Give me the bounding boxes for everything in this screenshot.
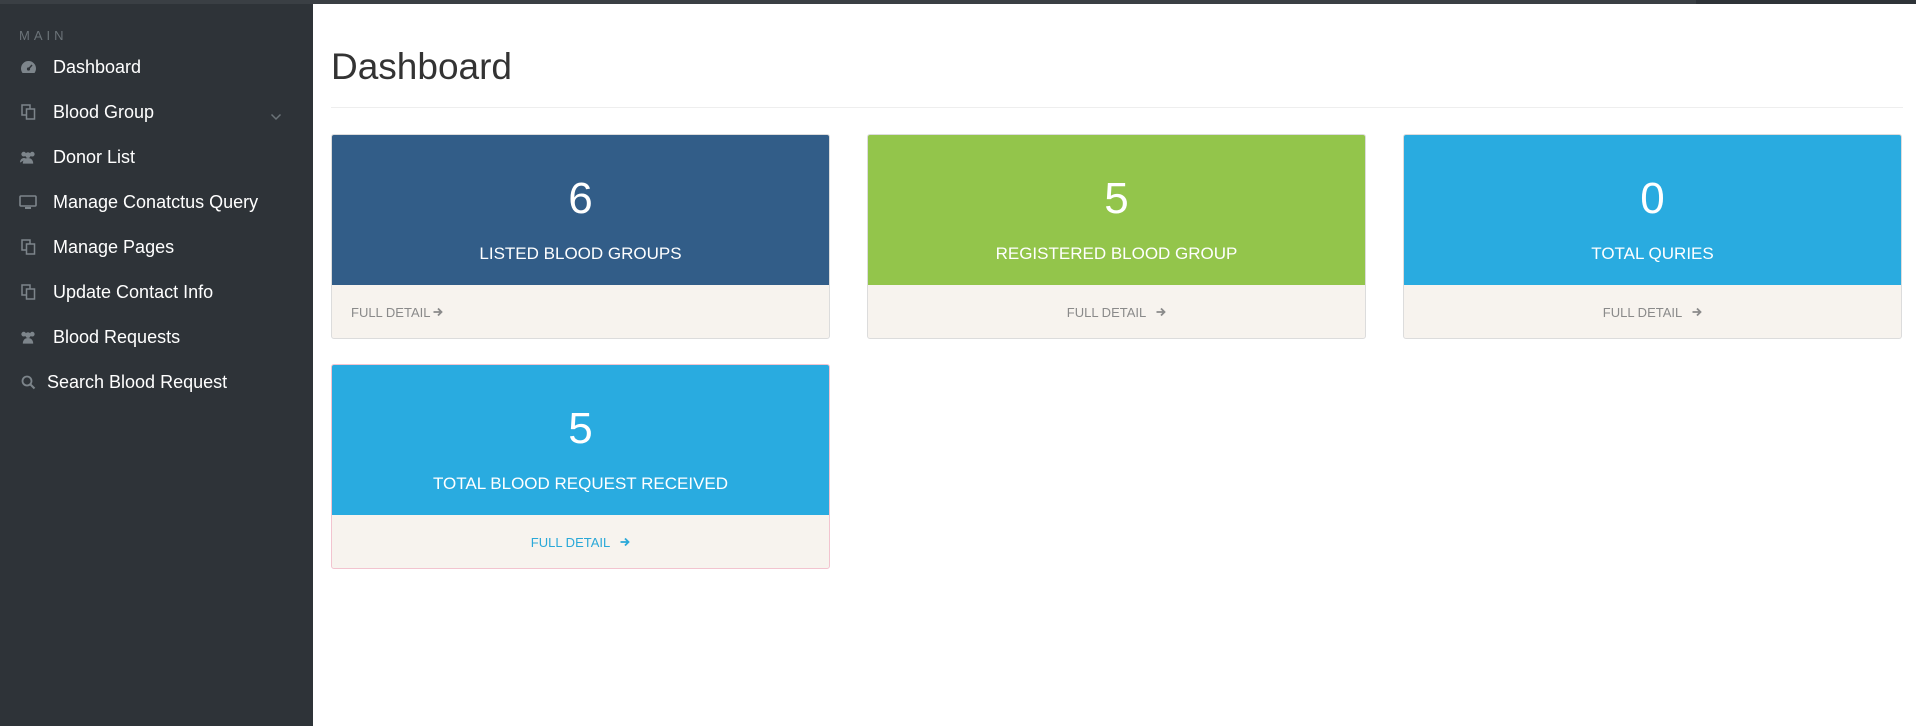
full-detail-label: FULL DETAIL (351, 304, 431, 320)
sidebar-item-blood-group[interactable]: Blood Group (0, 92, 313, 132)
card-panel: 6 LISTED BLOOD GROUPS (332, 135, 829, 285)
stat-card-total-blood-requests: 5 TOTAL BLOOD REQUEST RECEIVED FULL DETA… (331, 364, 830, 569)
main-content: Dashboard 6 LISTED BLOOD GROUPS FULL DET… (313, 4, 1916, 726)
sidebar-item-label: Dashboard (53, 56, 142, 77)
card-value: 0 (1640, 174, 1665, 223)
card-panel: 0 TOTAL QURIES (1404, 135, 1901, 285)
search-icon (19, 373, 37, 391)
title-divider (331, 107, 1903, 108)
sidebar-item-label: Manage Pages (53, 236, 175, 257)
sidebar-item-label: Donor List (53, 146, 136, 167)
card-value: 6 (568, 174, 593, 223)
users-icon (19, 148, 37, 166)
stat-card-total-queries: 0 TOTAL QURIES FULL DETAIL (1403, 134, 1902, 339)
card-label: LISTED BLOOD GROUPS (479, 244, 682, 263)
full-detail-label: FULL DETAIL (1066, 304, 1147, 320)
arrow-right-icon (433, 307, 444, 317)
full-detail-link[interactable]: FULL DETAIL (1404, 285, 1901, 338)
sidebar-heading: MAIN (19, 28, 68, 43)
sidebar-item-donor-list[interactable]: Donor List (0, 137, 313, 177)
users-icon (19, 328, 37, 346)
stat-card-registered-blood-group: 5 REGISTERED BLOOD GROUP FULL DETAIL (867, 134, 1366, 339)
sidebar-item-manage-pages[interactable]: Manage Pages (0, 227, 313, 267)
full-detail-label: FULL DETAIL (1602, 304, 1683, 320)
copy-icon (19, 103, 37, 121)
sidebar-item-label: Blood Group (53, 101, 155, 122)
sidebar-item-manage-contactus-query[interactable]: Manage Conatctus Query (0, 182, 313, 222)
arrow-right-icon (620, 537, 631, 547)
card-panel: 5 REGISTERED BLOOD GROUP (868, 135, 1365, 285)
full-detail-link[interactable]: FULL DETAIL (332, 515, 829, 568)
page-title: Dashboard (331, 46, 513, 87)
stat-card-listed-blood-groups: 6 LISTED BLOOD GROUPS FULL DETAIL (331, 134, 830, 339)
sidebar-item-label: Blood Requests (53, 326, 181, 347)
full-detail-link[interactable]: FULL DETAIL (332, 285, 829, 338)
sidebar-item-label: Manage Conatctus Query (53, 191, 259, 212)
arrow-right-icon (1156, 307, 1167, 317)
card-label: TOTAL QURIES (1591, 244, 1714, 263)
sidebar: MAIN Dashboard Blood Group Donor List Ma… (0, 4, 313, 726)
sidebar-item-update-contact-info[interactable]: Update Contact Info (0, 272, 313, 312)
chevron-down-icon[interactable] (270, 105, 282, 126)
sidebar-item-search-blood-request[interactable]: Search Blood Request (0, 362, 313, 402)
full-detail-link[interactable]: FULL DETAIL (868, 285, 1365, 338)
card-label: TOTAL BLOOD REQUEST RECEIVED (432, 474, 729, 493)
copy-icon (19, 283, 37, 301)
card-label: REGISTERED BLOOD GROUP (995, 244, 1238, 263)
card-value: 5 (1104, 174, 1129, 223)
copy-icon (19, 238, 37, 256)
arrow-right-icon (1692, 307, 1703, 317)
full-detail-label: FULL DETAIL (530, 534, 611, 550)
sidebar-item-label: Search Blood Request (47, 371, 228, 392)
sidebar-item-blood-requests[interactable]: Blood Requests (0, 317, 313, 357)
card-panel: 5 TOTAL BLOOD REQUEST RECEIVED (332, 365, 829, 515)
dashboard-icon (19, 58, 37, 76)
desktop-icon (19, 193, 37, 211)
card-value: 5 (568, 404, 593, 453)
sidebar-item-dashboard[interactable]: Dashboard (0, 47, 313, 87)
sidebar-item-label: Update Contact Info (53, 281, 214, 302)
